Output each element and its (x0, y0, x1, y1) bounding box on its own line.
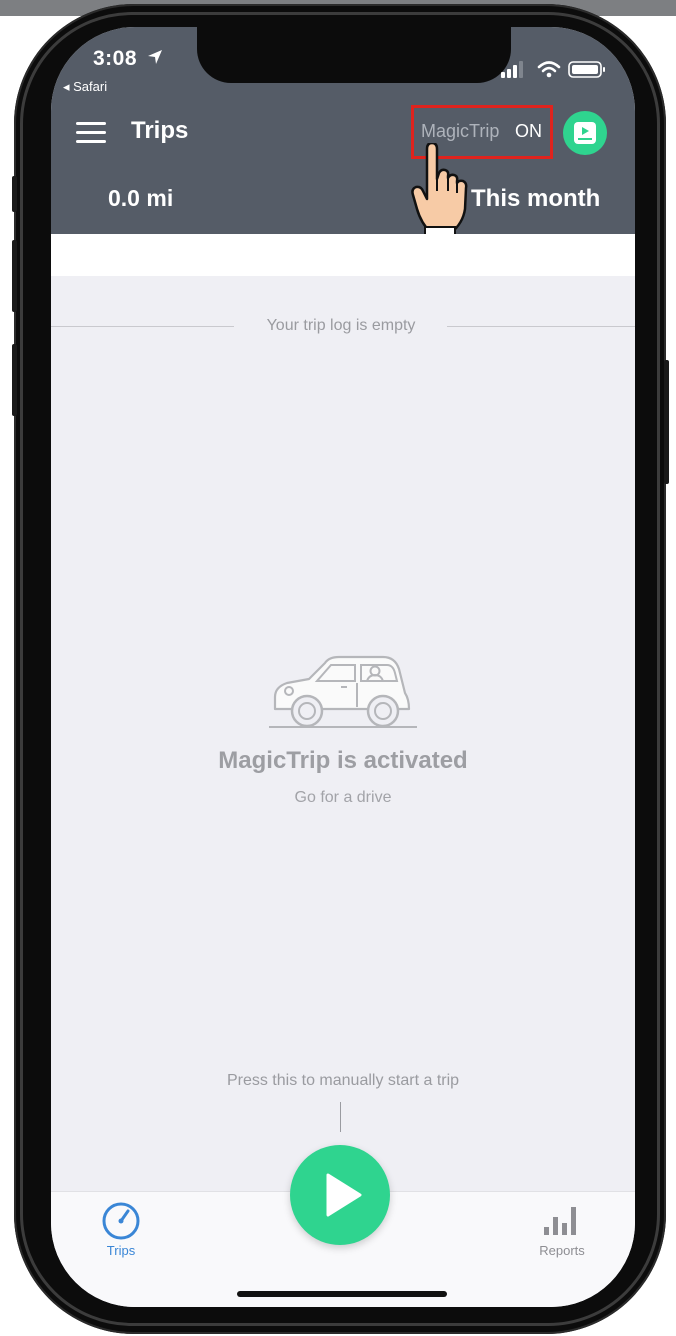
page-title: Trips (131, 117, 189, 144)
period-selector[interactable]: This month (471, 185, 600, 213)
magictrip-label[interactable]: MagicTrip (421, 121, 499, 142)
video-guide-icon (574, 122, 596, 144)
tab-reports[interactable]: Reports (529, 1243, 595, 1258)
signal-icon (501, 61, 523, 78)
pointing-hand-icon (411, 143, 468, 235)
location-arrow-icon (148, 50, 162, 64)
hint-pointer-line (340, 1102, 341, 1132)
tab-trips[interactable]: Trips (91, 1243, 151, 1258)
magictrip-state[interactable]: ON (515, 121, 542, 142)
side-button-power (664, 360, 669, 484)
separator-line-left (51, 326, 234, 327)
manual-start-hint: Press this to manually start a trip (226, 1072, 460, 1089)
phone-notch (197, 27, 511, 83)
bar-chart-icon[interactable] (542, 1203, 580, 1237)
home-indicator[interactable] (237, 1291, 447, 1297)
separator-line-right (447, 326, 635, 327)
menu-icon[interactable] (76, 122, 106, 144)
video-guide-button[interactable] (563, 111, 607, 155)
wifi-icon (537, 61, 561, 78)
back-to-safari[interactable]: ◂ Safari (63, 79, 107, 95)
status-time: 3:08 (93, 47, 138, 70)
start-trip-button[interactable] (290, 1145, 390, 1245)
status-icons (501, 61, 605, 78)
phone-screen: 3:08 ◂ Safari Trips MagicTrip ON 0.0 mi … (51, 27, 635, 1307)
magictrip-activated-title: MagicTrip is activated (218, 747, 468, 774)
empty-log-text: Your trip log is empty (266, 317, 416, 334)
play-icon (326, 1173, 362, 1217)
distance-total: 0.0 mi (108, 185, 174, 211)
go-for-drive-subtitle: Go for a drive (294, 789, 392, 806)
summary-band (51, 234, 635, 276)
car-icon (269, 655, 417, 728)
speedometer-icon[interactable] (101, 1201, 141, 1241)
side-button-mute (12, 176, 17, 212)
battery-icon (568, 61, 605, 78)
side-button-volume-down (12, 344, 17, 416)
side-button-volume-up (12, 240, 17, 312)
empty-log-separator: Your trip log is empty (51, 317, 635, 337)
